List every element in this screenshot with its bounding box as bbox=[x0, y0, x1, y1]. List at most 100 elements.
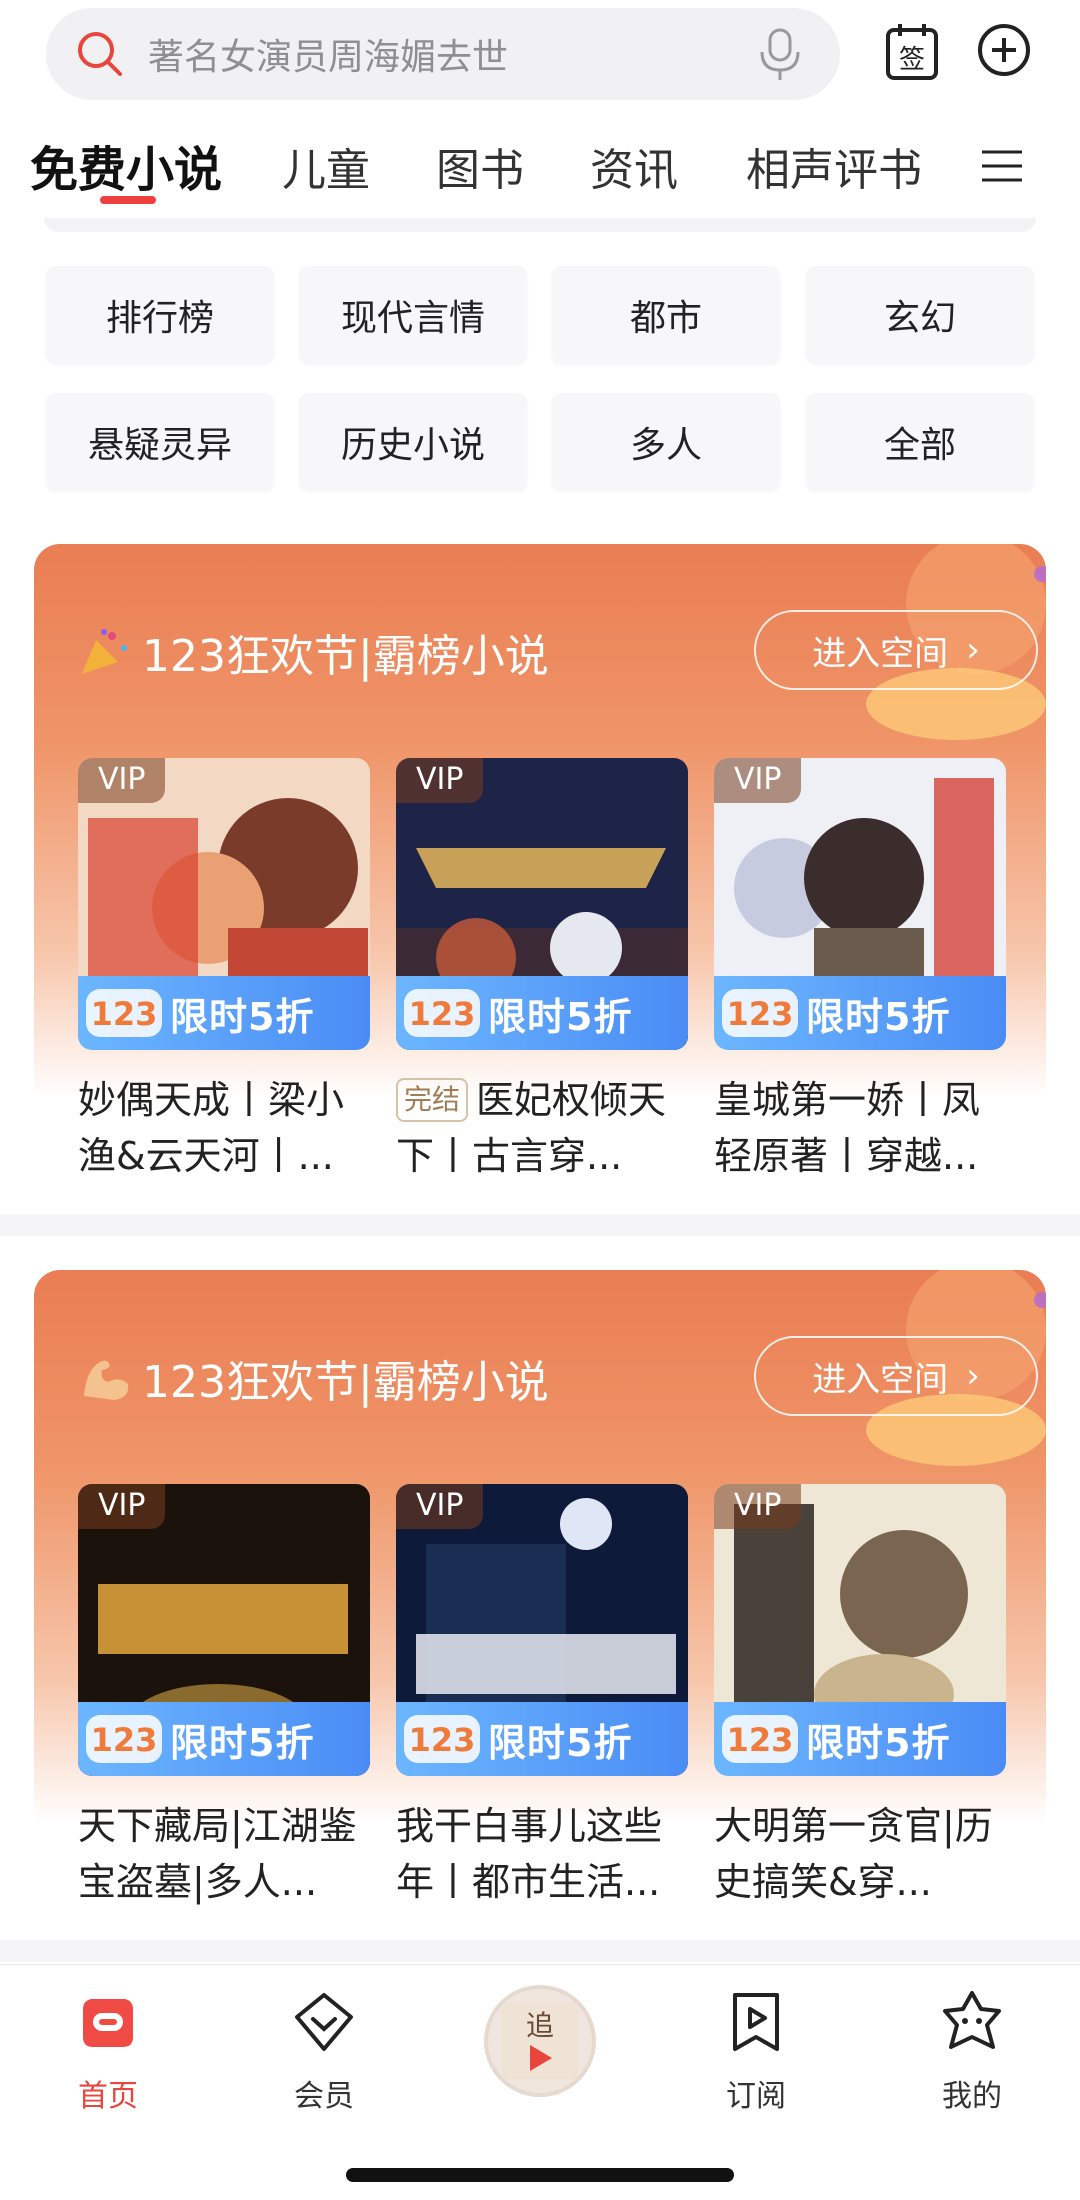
category-urban[interactable]: 都市 bbox=[552, 266, 780, 364]
123-badge-icon: 123 bbox=[78, 1702, 170, 1776]
section-divider bbox=[0, 1940, 1080, 1962]
category-ranking[interactable]: 排行榜 bbox=[46, 266, 274, 364]
section-title: 123狂欢节|霸榜小说 bbox=[78, 1346, 549, 1410]
enter-space-button[interactable]: 进入空间 › bbox=[754, 610, 1038, 690]
123-badge-icon: 123 bbox=[396, 976, 488, 1050]
tab-books[interactable]: 图书 bbox=[436, 134, 524, 198]
svg-text:123: 123 bbox=[727, 1721, 794, 1759]
book-card[interactable]: VIP 123 限时5折 大明第一贪官|历史搞笑&穿... bbox=[714, 1484, 1006, 1910]
book-title[interactable]: 大明第一贪官|历史搞笑&穿... bbox=[714, 1798, 1006, 1910]
party-popper-icon bbox=[82, 629, 127, 674]
enter-space-label: 进入空间 bbox=[812, 1359, 949, 1400]
section-title: 123狂欢节|霸榜小说 bbox=[78, 620, 549, 684]
book-title[interactable]: 天下藏局|江湖鉴宝盗墓|多人... bbox=[78, 1798, 370, 1910]
book-card[interactable]: VIP 123 限时5折 我干白事儿这些年丨都市生活... bbox=[396, 1484, 688, 1910]
book-cover[interactable]: VIP 123 限时5折 bbox=[396, 1484, 688, 1776]
discount-label: 限时5折 bbox=[488, 1720, 633, 1765]
discount-label: 限时5折 bbox=[170, 994, 315, 1039]
book-cover[interactable]: VIP 123 限时5折 bbox=[78, 758, 370, 1050]
bottom-navigation: 首页 会员 追 订阅 我的 bbox=[0, 1964, 1080, 2200]
enter-space-label: 进入空间 bbox=[812, 633, 949, 674]
discount-banner: 123 限时5折 bbox=[396, 976, 688, 1050]
book-title[interactable]: 完结 医妃权倾天下丨古言穿... bbox=[396, 1072, 688, 1184]
book-title[interactable]: 皇城第一娇丨凤轻原著丨穿越... bbox=[714, 1072, 1006, 1184]
123-badge-icon: 123 bbox=[396, 1702, 488, 1776]
now-playing-button[interactable]: 追 bbox=[484, 1985, 596, 2097]
book-card[interactable]: VIP 123 限时5折 皇城第一娇丨凤轻原著丨穿越... bbox=[714, 758, 1006, 1184]
add-icon[interactable] bbox=[976, 22, 1032, 78]
tab-fade bbox=[920, 120, 950, 220]
play-icon: 追 bbox=[502, 2003, 578, 2079]
channel-tabs: 免费小说 儿童 图书 资讯 相声评书 bbox=[0, 120, 1080, 220]
category-suspense[interactable]: 悬疑灵异 bbox=[46, 393, 274, 491]
svg-text:123: 123 bbox=[727, 995, 794, 1033]
category-multi-cast[interactable]: 多人 bbox=[552, 393, 780, 491]
chevron-right-icon: › bbox=[966, 630, 980, 670]
enter-space-button[interactable]: 进入空间 › bbox=[754, 1336, 1038, 1416]
123-badge-icon: 123 bbox=[78, 976, 170, 1050]
nav-subscribe-label: 订阅 bbox=[726, 2079, 786, 2114]
top-header: 著名女演员周海媚去世 签 免费小说 儿童 图书 资讯 相声评书 bbox=[0, 0, 1080, 232]
section-title-text: 123狂欢节|霸榜小说 bbox=[142, 631, 549, 682]
discount-banner: 123 限时5折 bbox=[714, 976, 1006, 1050]
category-fantasy[interactable]: 玄幻 bbox=[806, 266, 1034, 364]
discount-banner: 123 限时5折 bbox=[78, 1702, 370, 1776]
discount-banner: 123 限时5折 bbox=[396, 1702, 688, 1776]
completed-badge: 完结 bbox=[396, 1078, 469, 1122]
vip-badge: VIP bbox=[714, 1484, 802, 1529]
discount-label: 限时5折 bbox=[488, 994, 633, 1039]
book-title[interactable]: 我干白事儿这些年丨都市生活... bbox=[396, 1798, 688, 1910]
section-divider bbox=[0, 1214, 1080, 1236]
tab-news[interactable]: 资讯 bbox=[590, 134, 678, 198]
vip-badge: VIP bbox=[396, 758, 484, 803]
nav-profile-label: 我的 bbox=[942, 2079, 1002, 2114]
nav-home[interactable]: 首页 bbox=[48, 1987, 168, 2115]
microphone-icon[interactable] bbox=[756, 26, 804, 82]
discount-label: 限时5折 bbox=[806, 994, 951, 1039]
tab-children[interactable]: 儿童 bbox=[282, 134, 370, 198]
nav-vip[interactable]: 会员 bbox=[264, 1987, 384, 2115]
chevron-right-icon: › bbox=[966, 1356, 980, 1396]
123-badge-icon: 123 bbox=[714, 1702, 806, 1776]
home-icon bbox=[83, 1999, 133, 2047]
book-cover[interactable]: VIP 123 限时5折 bbox=[396, 758, 688, 1050]
book-card[interactable]: VIP 123 限时5折 完结 医妃权倾天下丨古言穿... bbox=[396, 758, 688, 1184]
check-in-icon[interactable]: 签 bbox=[884, 22, 940, 82]
book-card[interactable]: VIP 123 限时5折 妙偶天成丨梁小渔&云天河丨... bbox=[78, 758, 370, 1184]
vip-diamond-icon bbox=[295, 1993, 353, 2051]
svg-text:签: 签 bbox=[899, 45, 925, 75]
category-history[interactable]: 历史小说 bbox=[299, 393, 527, 491]
active-tab-indicator bbox=[100, 196, 156, 204]
svg-text:123: 123 bbox=[409, 995, 476, 1033]
menu-icon[interactable] bbox=[980, 144, 1024, 188]
tab-crosstalk[interactable]: 相声评书 bbox=[746, 134, 922, 198]
category-all[interactable]: 全部 bbox=[806, 393, 1034, 491]
nav-subscribe[interactable]: 订阅 bbox=[696, 1987, 816, 2115]
search-bar[interactable]: 著名女演员周海媚去世 bbox=[46, 8, 840, 100]
book-cover[interactable]: VIP 123 限时5折 bbox=[714, 758, 1006, 1050]
book-cover[interactable]: VIP 123 限时5折 bbox=[714, 1484, 1006, 1776]
book-cover[interactable]: VIP 123 限时5折 bbox=[78, 1484, 370, 1776]
vip-badge: VIP bbox=[396, 1484, 484, 1529]
profile-icon bbox=[943, 1991, 1001, 2049]
discount-banner: 123 限时5折 bbox=[78, 976, 370, 1050]
tab-free-novel[interactable]: 免费小说 bbox=[30, 130, 222, 200]
search-icon bbox=[78, 32, 122, 76]
svg-text:123: 123 bbox=[91, 995, 158, 1033]
promo-section-1: 123狂欢节|霸榜小说 进入空间 › VIP 123 限时5折 妙偶天成丨梁小渔… bbox=[34, 544, 1046, 1204]
vip-badge: VIP bbox=[78, 1484, 166, 1529]
nav-home-label: 首页 bbox=[78, 2079, 138, 2114]
123-badge-icon: 123 bbox=[714, 976, 806, 1050]
svg-text:123: 123 bbox=[91, 1721, 158, 1759]
category-modern-romance[interactable]: 现代言情 bbox=[299, 266, 527, 364]
discount-banner: 123 限时5折 bbox=[714, 1702, 1006, 1776]
home-indicator[interactable] bbox=[346, 2168, 734, 2182]
nav-profile[interactable]: 我的 bbox=[912, 1987, 1032, 2115]
section-title-text: 123狂欢节|霸榜小说 bbox=[142, 1357, 549, 1408]
book-title[interactable]: 妙偶天成丨梁小渔&云天河丨... bbox=[78, 1072, 370, 1184]
svg-text:123: 123 bbox=[409, 1721, 476, 1759]
subscribe-icon bbox=[733, 1993, 779, 2051]
book-card[interactable]: VIP 123 限时5折 天下藏局|江湖鉴宝盗墓|多人... bbox=[78, 1484, 370, 1910]
vip-badge: VIP bbox=[78, 758, 166, 803]
nav-vip-label: 会员 bbox=[294, 2079, 354, 2114]
